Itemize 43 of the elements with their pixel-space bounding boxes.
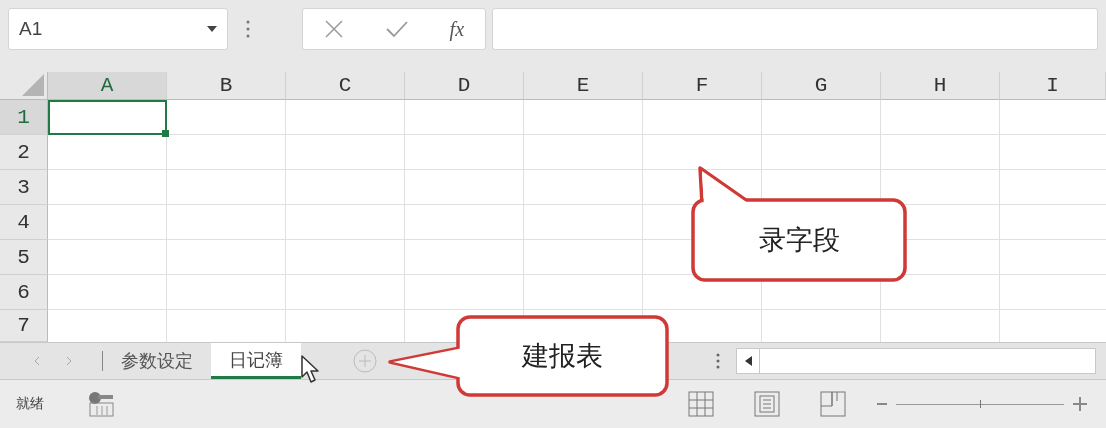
formula-input[interactable] [492,8,1098,50]
next-sheet-icon[interactable] [66,356,72,366]
macro-record-icon[interactable] [88,391,114,417]
grid-view-icon[interactable] [688,391,714,417]
page-break-icon[interactable] [820,391,846,417]
column-header[interactable]: E [524,72,643,100]
column-header[interactable]: G [762,72,881,100]
sheet-tab[interactable]: 参数设定 [103,343,211,379]
previous-sheet-icon[interactable] [34,356,40,366]
more-icon[interactable] [246,19,250,39]
checkmark-icon[interactable] [385,20,408,38]
insert-function-button[interactable]: fx [449,17,465,41]
row-header[interactable]: 7 [0,310,48,342]
row-header[interactable]: 4 [0,205,48,240]
column-header[interactable]: C [286,72,405,100]
row-header[interactable]: 5 [0,240,48,275]
row-header[interactable]: 6 [0,275,48,310]
column-header[interactable]: I [1000,72,1106,100]
status-text: 就绪 [16,395,44,413]
horizontal-scrollbar[interactable] [736,348,1096,374]
row-header[interactable]: 1 [0,100,48,135]
mouse-cursor-icon [301,355,321,383]
column-header[interactable]: F [643,72,762,100]
zoom-in-icon[interactable] [1072,396,1088,412]
page-layout-icon[interactable] [754,391,780,417]
callout-text: 建报表 [522,339,603,373]
cell-reference: A1 [19,18,43,40]
more-icon[interactable] [716,352,720,370]
add-sheet-icon[interactable] [353,349,377,373]
selected-cell[interactable] [48,100,167,135]
cancel-icon[interactable] [323,19,344,39]
select-all-icon[interactable] [22,74,44,96]
column-header[interactable]: D [405,72,524,100]
column-header[interactable]: H [881,72,1000,100]
callout-text: 录字段 [758,223,840,257]
row-header[interactable]: 2 [0,135,48,170]
row-header[interactable]: 3 [0,170,48,205]
dropdown-arrow-icon[interactable] [207,26,217,32]
fill-handle[interactable] [162,130,169,137]
name-box[interactable]: A1 [8,8,228,50]
column-header[interactable]: B [167,72,286,100]
scroll-left-icon[interactable] [744,356,752,366]
column-header[interactable]: A [48,72,167,100]
